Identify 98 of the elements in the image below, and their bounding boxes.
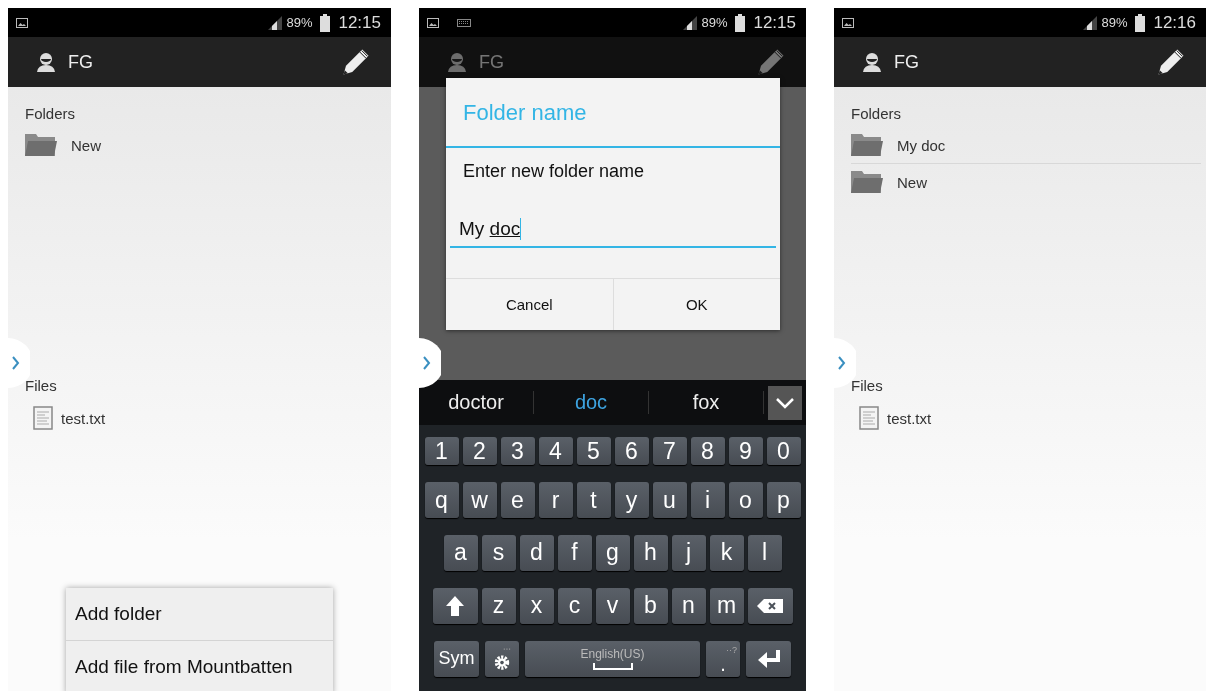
key[interactable]: 5 [576, 437, 611, 466]
folders-heading: Folders [25, 105, 77, 124]
key[interactable]: 8 [690, 437, 725, 466]
key[interactable]: z [481, 587, 516, 624]
clock-time: 12:16 [1153, 12, 1196, 33]
folder-item[interactable]: New [25, 127, 375, 163]
key[interactable]: b [633, 587, 668, 624]
key[interactable]: x [519, 587, 554, 624]
input-field[interactable]: My doc [450, 212, 776, 248]
battery-icon [1135, 13, 1146, 32]
key[interactable]: l [747, 535, 782, 571]
gear-icon [493, 645, 511, 672]
signal-icon [683, 15, 698, 30]
key[interactable]: e [500, 482, 535, 519]
key[interactable]: r [538, 482, 573, 519]
battery-icon [735, 13, 746, 32]
space-bar-icon [592, 662, 633, 671]
account-name: FG [68, 51, 93, 73]
key[interactable]: p [766, 482, 801, 519]
pencil-icon[interactable] [341, 47, 371, 77]
key[interactable]: d [519, 535, 554, 571]
menu-item[interactable]: Add file from Mountbatten [66, 641, 333, 691]
folders-heading: Folders [851, 105, 903, 124]
battery-percent: 89% [701, 15, 728, 30]
key[interactable]: t [576, 482, 611, 519]
folder-item[interactable]: My doc [851, 127, 1201, 164]
key[interactable]: 9 [728, 437, 763, 466]
key[interactable]: 1 [424, 437, 459, 466]
key[interactable]: q [424, 482, 459, 519]
files-heading: Files [851, 377, 884, 396]
pencil-icon[interactable] [1156, 47, 1186, 77]
key[interactable]: i [690, 482, 725, 519]
space-key[interactable]: English(US) [525, 640, 700, 677]
key[interactable]: a [443, 535, 478, 571]
enter-arrow-icon [756, 648, 781, 669]
collapse-button[interactable] [768, 385, 802, 420]
key[interactable]: y [614, 482, 649, 519]
key[interactable]: f [557, 535, 592, 571]
clock-time: 12:15 [338, 12, 381, 33]
up-arrow-icon [445, 594, 465, 617]
key[interactable]: 4 [538, 437, 573, 466]
image-icon [427, 17, 439, 28]
file-item[interactable]: test.txt [25, 399, 375, 437]
document-icon [33, 406, 53, 430]
drawer-handle-icon[interactable] [419, 338, 441, 388]
folder-icon [851, 171, 883, 193]
word-suggestion[interactable]: doctor [419, 391, 534, 414]
backspace-key[interactable] [747, 587, 793, 624]
dialog-button[interactable]: Cancel [446, 279, 613, 330]
key[interactable]: o [728, 482, 763, 519]
key[interactable]: m [709, 587, 744, 624]
backspace-icon [757, 598, 783, 613]
key[interactable]: 3 [500, 437, 535, 466]
folder-icon [851, 134, 883, 156]
key[interactable]: u [652, 482, 687, 519]
word-suggestion[interactable]: fox [649, 391, 764, 414]
key[interactable]: k [709, 535, 744, 571]
key[interactable]: g [595, 535, 630, 571]
battery-percent: 89% [1101, 15, 1128, 30]
key[interactable]: 0 [766, 437, 801, 466]
dialog-title: Folder name [446, 78, 780, 148]
clock-time: 12:15 [753, 12, 796, 33]
key[interactable]: w [462, 482, 497, 519]
person-icon[interactable] [36, 52, 56, 72]
image-icon [16, 17, 28, 28]
image-icon [842, 17, 854, 28]
key[interactable]: v [595, 587, 630, 624]
enter-key[interactable] [746, 640, 791, 677]
menu-item[interactable]: Add folder [66, 588, 333, 641]
period-key[interactable]: ··? . [706, 640, 740, 677]
folder-item[interactable]: New [851, 164, 1201, 200]
key[interactable]: 7 [652, 437, 687, 466]
file-item[interactable]: test.txt [851, 399, 1201, 437]
dialog-message: Enter new folder name [462, 160, 646, 183]
settings-key[interactable] [485, 640, 519, 677]
key[interactable]: 6 [614, 437, 649, 466]
person-icon[interactable] [862, 52, 882, 72]
shift-key[interactable] [432, 587, 478, 624]
signal-icon [268, 15, 283, 30]
folder-icon [25, 134, 57, 156]
symbols-key[interactable]: Sym [434, 640, 479, 677]
signal-icon [1083, 15, 1098, 30]
key[interactable]: n [671, 587, 706, 624]
chevron-down-icon [775, 396, 795, 409]
key[interactable]: 2 [462, 437, 497, 466]
key[interactable]: c [557, 587, 592, 624]
account-name: FG [894, 51, 919, 73]
battery-icon [320, 13, 331, 32]
key[interactable]: s [481, 535, 516, 571]
key[interactable]: h [633, 535, 668, 571]
dialog-button[interactable]: OK [612, 279, 780, 330]
word-suggestion[interactable]: doc [534, 391, 649, 414]
battery-percent: 89% [286, 15, 313, 30]
files-heading: Files [25, 377, 58, 396]
document-icon [859, 406, 879, 430]
key[interactable]: j [671, 535, 706, 571]
account-name: FG [479, 51, 504, 73]
keyboard-icon [457, 18, 471, 27]
